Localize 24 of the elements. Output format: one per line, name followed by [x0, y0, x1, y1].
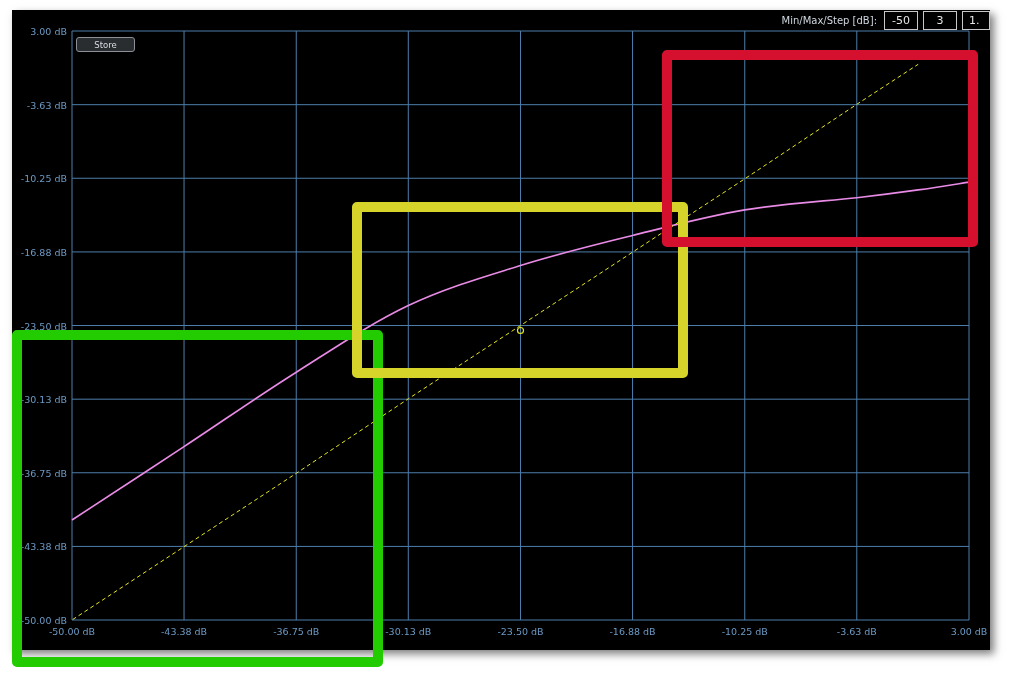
y-tick-label: -30.13 dB	[20, 394, 67, 406]
range-field[interactable]: 1.	[962, 11, 990, 30]
y-tick-label: -3.63 dB	[26, 99, 67, 111]
y-tick-label: 3.00 dB	[30, 26, 67, 37]
x-tick-label: -50.00 dB	[48, 626, 96, 637]
x-tick-label: -3.63 dB	[836, 626, 877, 637]
point-marker[interactable]	[516, 326, 525, 335]
x-tick-label: -30.13 dB	[385, 626, 432, 637]
y-tick-label: -50.00 dB	[20, 615, 67, 626]
x-tick-label: -10.25 dB	[721, 626, 768, 637]
x-tick-label: -16.88 dB	[609, 626, 656, 637]
x-tick-label: -23.50 dB	[497, 626, 544, 637]
x-tick-label: -36.75 dB	[273, 626, 320, 637]
range-field[interactable]: -50	[884, 11, 918, 30]
y-tick-label: -10.25 dB	[20, 173, 67, 185]
x-tick-label: -43.38 dB	[160, 626, 208, 637]
y-tick-label: -36.75 dB	[20, 467, 67, 479]
y-tick-label: -23.50 dB	[20, 320, 67, 332]
x-tick-label: 3.00 dB	[950, 626, 988, 637]
y-tick-label: -43.38 dB	[20, 541, 67, 553]
range-field[interactable]: 3	[923, 11, 957, 30]
y-tick-label: -16.88 dB	[20, 246, 67, 258]
range-label: Min/Max/Step [dB]:	[781, 15, 877, 26]
store-button[interactable]: Store	[76, 37, 135, 52]
